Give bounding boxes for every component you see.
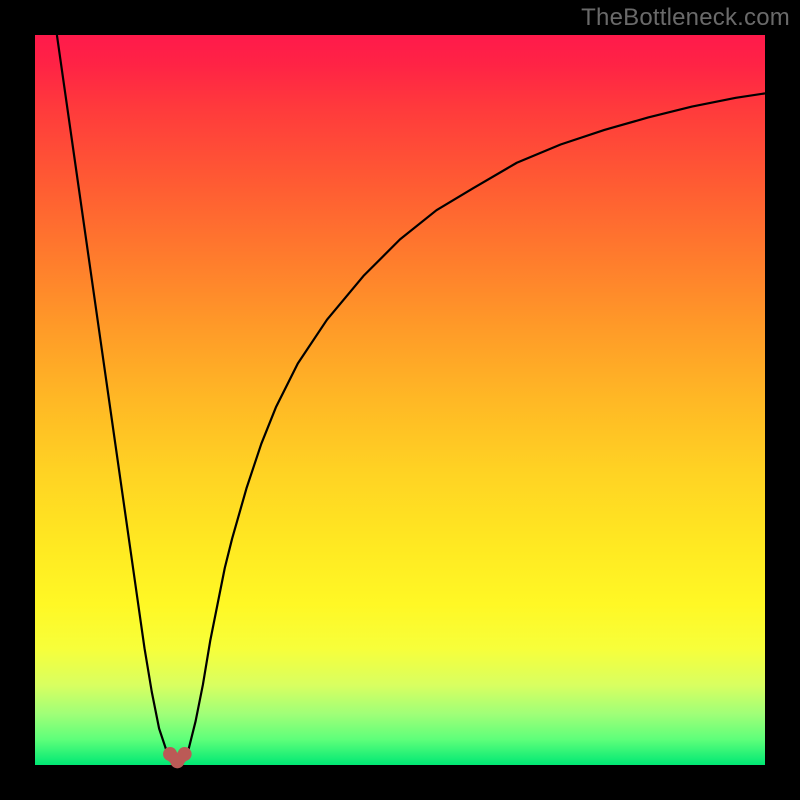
watermark-text: TheBottleneck.com xyxy=(581,4,790,32)
curve-layer xyxy=(35,35,765,765)
chart-frame: TheBottleneck.com xyxy=(0,0,800,800)
bottleneck-curve xyxy=(57,35,765,761)
min-markers xyxy=(163,747,192,768)
plot-area xyxy=(35,35,765,765)
min-marker-right xyxy=(178,747,192,761)
